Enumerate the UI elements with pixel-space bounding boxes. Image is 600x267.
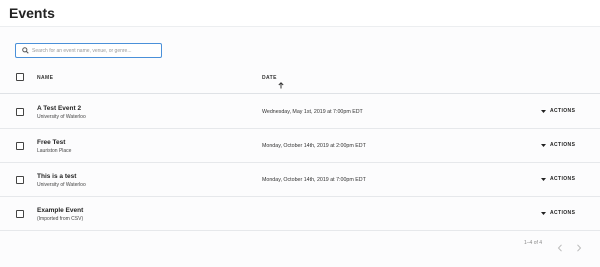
actions-button[interactable]: ACTIONS	[541, 210, 575, 216]
event-venue: University of Waterloo	[37, 182, 86, 188]
search-input[interactable]	[32, 45, 157, 56]
actions-button[interactable]: ACTIONS	[541, 176, 575, 182]
actions-label: ACTIONS	[550, 142, 576, 148]
table-row[interactable]: Free Test Lauriston Place Monday, Octobe…	[0, 129, 600, 163]
arrow-up-icon[interactable]	[278, 76, 284, 94]
event-name[interactable]: This is a test	[37, 173, 76, 180]
column-header-date[interactable]: DATE	[262, 75, 277, 81]
event-venue: Lauriston Place	[37, 148, 72, 154]
actions-label: ACTIONS	[550, 176, 576, 182]
table-row[interactable]: This is a test University of Waterloo Mo…	[0, 163, 600, 197]
row-checkbox[interactable]	[16, 210, 24, 218]
caret-down-icon	[541, 211, 546, 215]
event-name[interactable]: Example Event	[37, 207, 83, 214]
pagination-range: 1–4 of 4	[524, 240, 543, 246]
caret-down-icon	[541, 143, 546, 147]
table-row[interactable]: A Test Event 2 University of Waterloo We…	[0, 95, 600, 129]
row-checkbox[interactable]	[16, 108, 24, 116]
table-row[interactable]: Example Event (Imported from CSV) ACTION…	[0, 197, 600, 231]
search-icon	[18, 44, 32, 57]
event-name[interactable]: Free Test	[37, 139, 65, 146]
caret-down-icon	[541, 109, 546, 113]
search-box[interactable]	[15, 43, 162, 58]
event-date: Wednesday, May 1st, 2019 at 7:00pm EDT	[262, 109, 363, 115]
actions-button[interactable]: ACTIONS	[541, 108, 575, 114]
event-date: Monday, October 14th, 2019 at 7:00pm EDT	[262, 177, 366, 183]
actions-label: ACTIONS	[550, 108, 576, 114]
caret-down-icon	[541, 177, 546, 181]
event-venue: University of Waterloo	[37, 114, 86, 120]
event-venue: (Imported from CSV)	[37, 216, 84, 222]
chevron-left-icon[interactable]	[557, 239, 563, 257]
column-header-name[interactable]: NAME	[37, 75, 53, 81]
actions-button[interactable]: ACTIONS	[541, 142, 575, 148]
table-header: NAME DATE	[0, 64, 600, 94]
event-name[interactable]: A Test Event 2	[37, 105, 81, 112]
select-all-checkbox[interactable]	[16, 73, 24, 81]
event-date: Monday, October 14th, 2019 at 2:00pm EDT	[262, 143, 366, 149]
chevron-right-icon[interactable]	[576, 239, 582, 257]
row-checkbox[interactable]	[16, 176, 24, 184]
events-panel: NAME DATE A Test Event 2 University of W…	[0, 27, 600, 267]
page-title: Events	[9, 5, 55, 21]
actions-label: ACTIONS	[550, 210, 576, 216]
title-bar: Events	[0, 0, 600, 27]
row-checkbox[interactable]	[16, 142, 24, 150]
